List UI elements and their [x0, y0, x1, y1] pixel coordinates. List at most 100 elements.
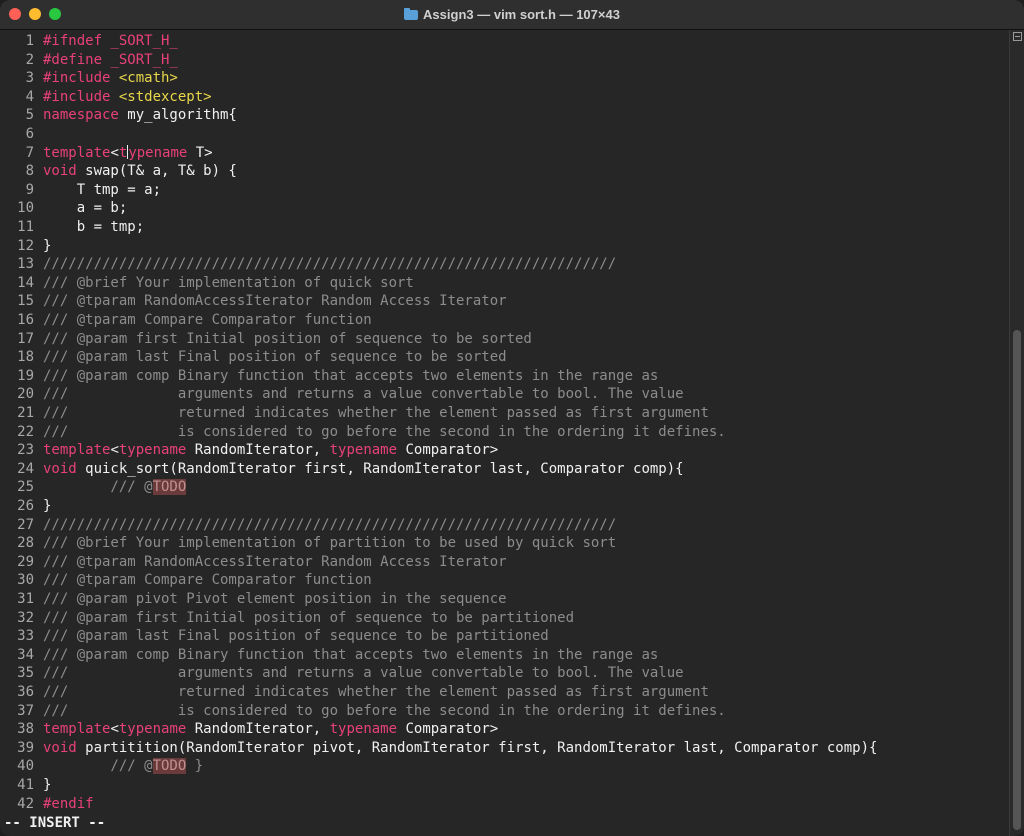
line-number: 6: [25, 126, 34, 142]
code-text: #include <stdexcept>: [43, 88, 212, 106]
code-text: /// @param last Final position of sequen…: [43, 627, 549, 645]
code-text: void partitition(RandomIterator pivot, R…: [43, 739, 877, 757]
code-token: typename: [118, 442, 187, 459]
vertical-scrollbar[interactable]: [1009, 30, 1024, 836]
line-number: 14: [17, 274, 34, 291]
line-number: 22: [17, 423, 34, 440]
line-number: 8: [25, 163, 34, 180]
code-text: /// @param pivot Pivot element position …: [43, 590, 507, 608]
code-token: /// @param last Final position of sequen…: [43, 628, 549, 645]
line-number: 11: [17, 219, 34, 235]
line-number: 21: [17, 405, 34, 421]
line-number: 19: [17, 367, 34, 384]
code-token: my_algorithm{: [118, 107, 237, 124]
code-token: /// @param pivot Pivot element position …: [43, 591, 507, 607]
code-text: /// returned indicates whether the eleme…: [43, 683, 709, 701]
code-text: ////////////////////////////////////////…: [43, 516, 616, 534]
code-text: /// @tparam Compare Comparator function: [43, 571, 372, 589]
code-text: }: [43, 497, 51, 515]
todo-highlight: TODO: [152, 758, 187, 775]
line-number: 27: [17, 516, 34, 533]
code-token: }: [43, 777, 52, 793]
line-number: 9: [25, 181, 34, 198]
code-text: /// @brief Your implementation of partit…: [43, 534, 616, 552]
folder-icon: [404, 8, 419, 20]
code-token: <cmath>: [118, 70, 178, 87]
code-text: }: [43, 776, 51, 794]
code-token: /// @param comp Binary function that acc…: [43, 646, 659, 663]
line-number: 15: [17, 293, 34, 310]
code-token: ypename: [128, 144, 188, 161]
line-number: 24: [17, 460, 34, 477]
code-token: /// @param first Initial position of seq…: [43, 330, 532, 347]
title-bar[interactable]: Assign3 — vim sort.h — 107×43: [0, 0, 1024, 30]
code-token: /// is considered to go before the secon…: [43, 702, 726, 719]
line-number: 41: [17, 777, 34, 793]
line-number: 37: [17, 702, 34, 719]
line-number: 32: [17, 609, 34, 626]
code-token: T tmp = a;: [43, 181, 162, 198]
line-number: 5: [25, 107, 34, 124]
code-token: #define _SORT_H_: [43, 51, 178, 68]
window-title-container: Assign3 — vim sort.h — 107×43: [0, 0, 1024, 29]
terminal-window: Assign3 — vim sort.h — 107×43 1 #ifndef _…: [0, 0, 1024, 836]
line-number: 12: [17, 237, 34, 254]
code-token: /// @tparam RandomAccessIterator Random …: [43, 553, 507, 570]
code-token: /// @brief Your implementation of quick …: [43, 274, 414, 291]
code-token: typename: [329, 442, 398, 459]
code-text: /// arguments and returns a value conver…: [43, 385, 684, 403]
code-text: /// is considered to go before the secon…: [43, 702, 726, 720]
code-token: ////////////////////////////////////////…: [43, 256, 617, 273]
code-token: typename: [329, 721, 398, 738]
line-number: 4: [25, 88, 34, 105]
code-text: b = tmp;: [43, 218, 144, 236]
code-text: }: [43, 237, 51, 255]
code-text: /// @TODO: [43, 478, 187, 496]
code-token: /// @tparam Compare Comparator function: [43, 312, 372, 328]
code-token: /// @param comp Binary function that acc…: [43, 367, 659, 384]
code-token: Comparator>: [397, 442, 499, 459]
code-token: /// @tparam Compare Comparator function: [43, 572, 372, 589]
code-text: template<typename RandomIterator, typena…: [43, 441, 498, 459]
line-number: 40: [17, 758, 34, 775]
code-token: /// returned indicates whether the eleme…: [43, 684, 709, 700]
code-text: #ifndef _SORT_H_: [43, 32, 178, 50]
code-token: <: [110, 442, 119, 459]
code-text: /// @param first Initial position of seq…: [43, 330, 532, 348]
code-text: namespace my_algorithm{: [43, 106, 237, 124]
code-text: #define _SORT_H_: [43, 51, 178, 69]
code-token: partitition(RandomIterator pivot, Random…: [76, 739, 878, 756]
code-text: /// returned indicates whether the eleme…: [43, 404, 709, 422]
code-token: /// @: [43, 479, 153, 496]
code-token: b = tmp;: [43, 219, 145, 235]
line-number: 1: [25, 33, 34, 49]
line-number: 13: [17, 256, 34, 273]
scrollbar-thumb[interactable]: [1013, 330, 1021, 830]
code-token: }: [43, 498, 52, 514]
code-text: T tmp = a;: [43, 181, 161, 199]
code-token: #include: [43, 88, 119, 105]
code-token: t: [118, 144, 128, 161]
code-text: a = b;: [43, 199, 128, 217]
line-number: 38: [17, 721, 34, 738]
code-token: Comparator>: [397, 721, 499, 738]
line-number: 18: [17, 349, 34, 366]
code-text: /// @tparam Compare Comparator function: [43, 311, 372, 329]
code-text: ////////////////////////////////////////…: [43, 255, 616, 273]
todo-highlight: TODO: [152, 479, 187, 496]
code-token: /// is considered to go before the secon…: [43, 423, 726, 440]
line-number: 28: [17, 535, 34, 552]
code-token: }: [186, 758, 204, 775]
code-text: /// @tparam RandomAccessIterator Random …: [43, 292, 507, 310]
code-token: T>: [187, 144, 213, 161]
vim-editor[interactable]: 1 #ifndef _SORT_H_ 2 #define _SORT_H_ 3 #incl…: [0, 30, 1008, 814]
window-title: Assign3 — vim sort.h — 107×43: [423, 7, 620, 22]
line-number: 7: [25, 144, 34, 161]
code-token: #ifndef _SORT_H_: [43, 33, 178, 49]
line-number: 2: [25, 51, 34, 68]
line-number: 36: [17, 684, 34, 700]
code-token: a = b;: [43, 200, 128, 217]
line-number: 31: [17, 591, 34, 607]
code-text: void swap(T& a, T& b) {: [43, 162, 237, 180]
code-text: /// @param comp Binary function that acc…: [43, 646, 658, 664]
